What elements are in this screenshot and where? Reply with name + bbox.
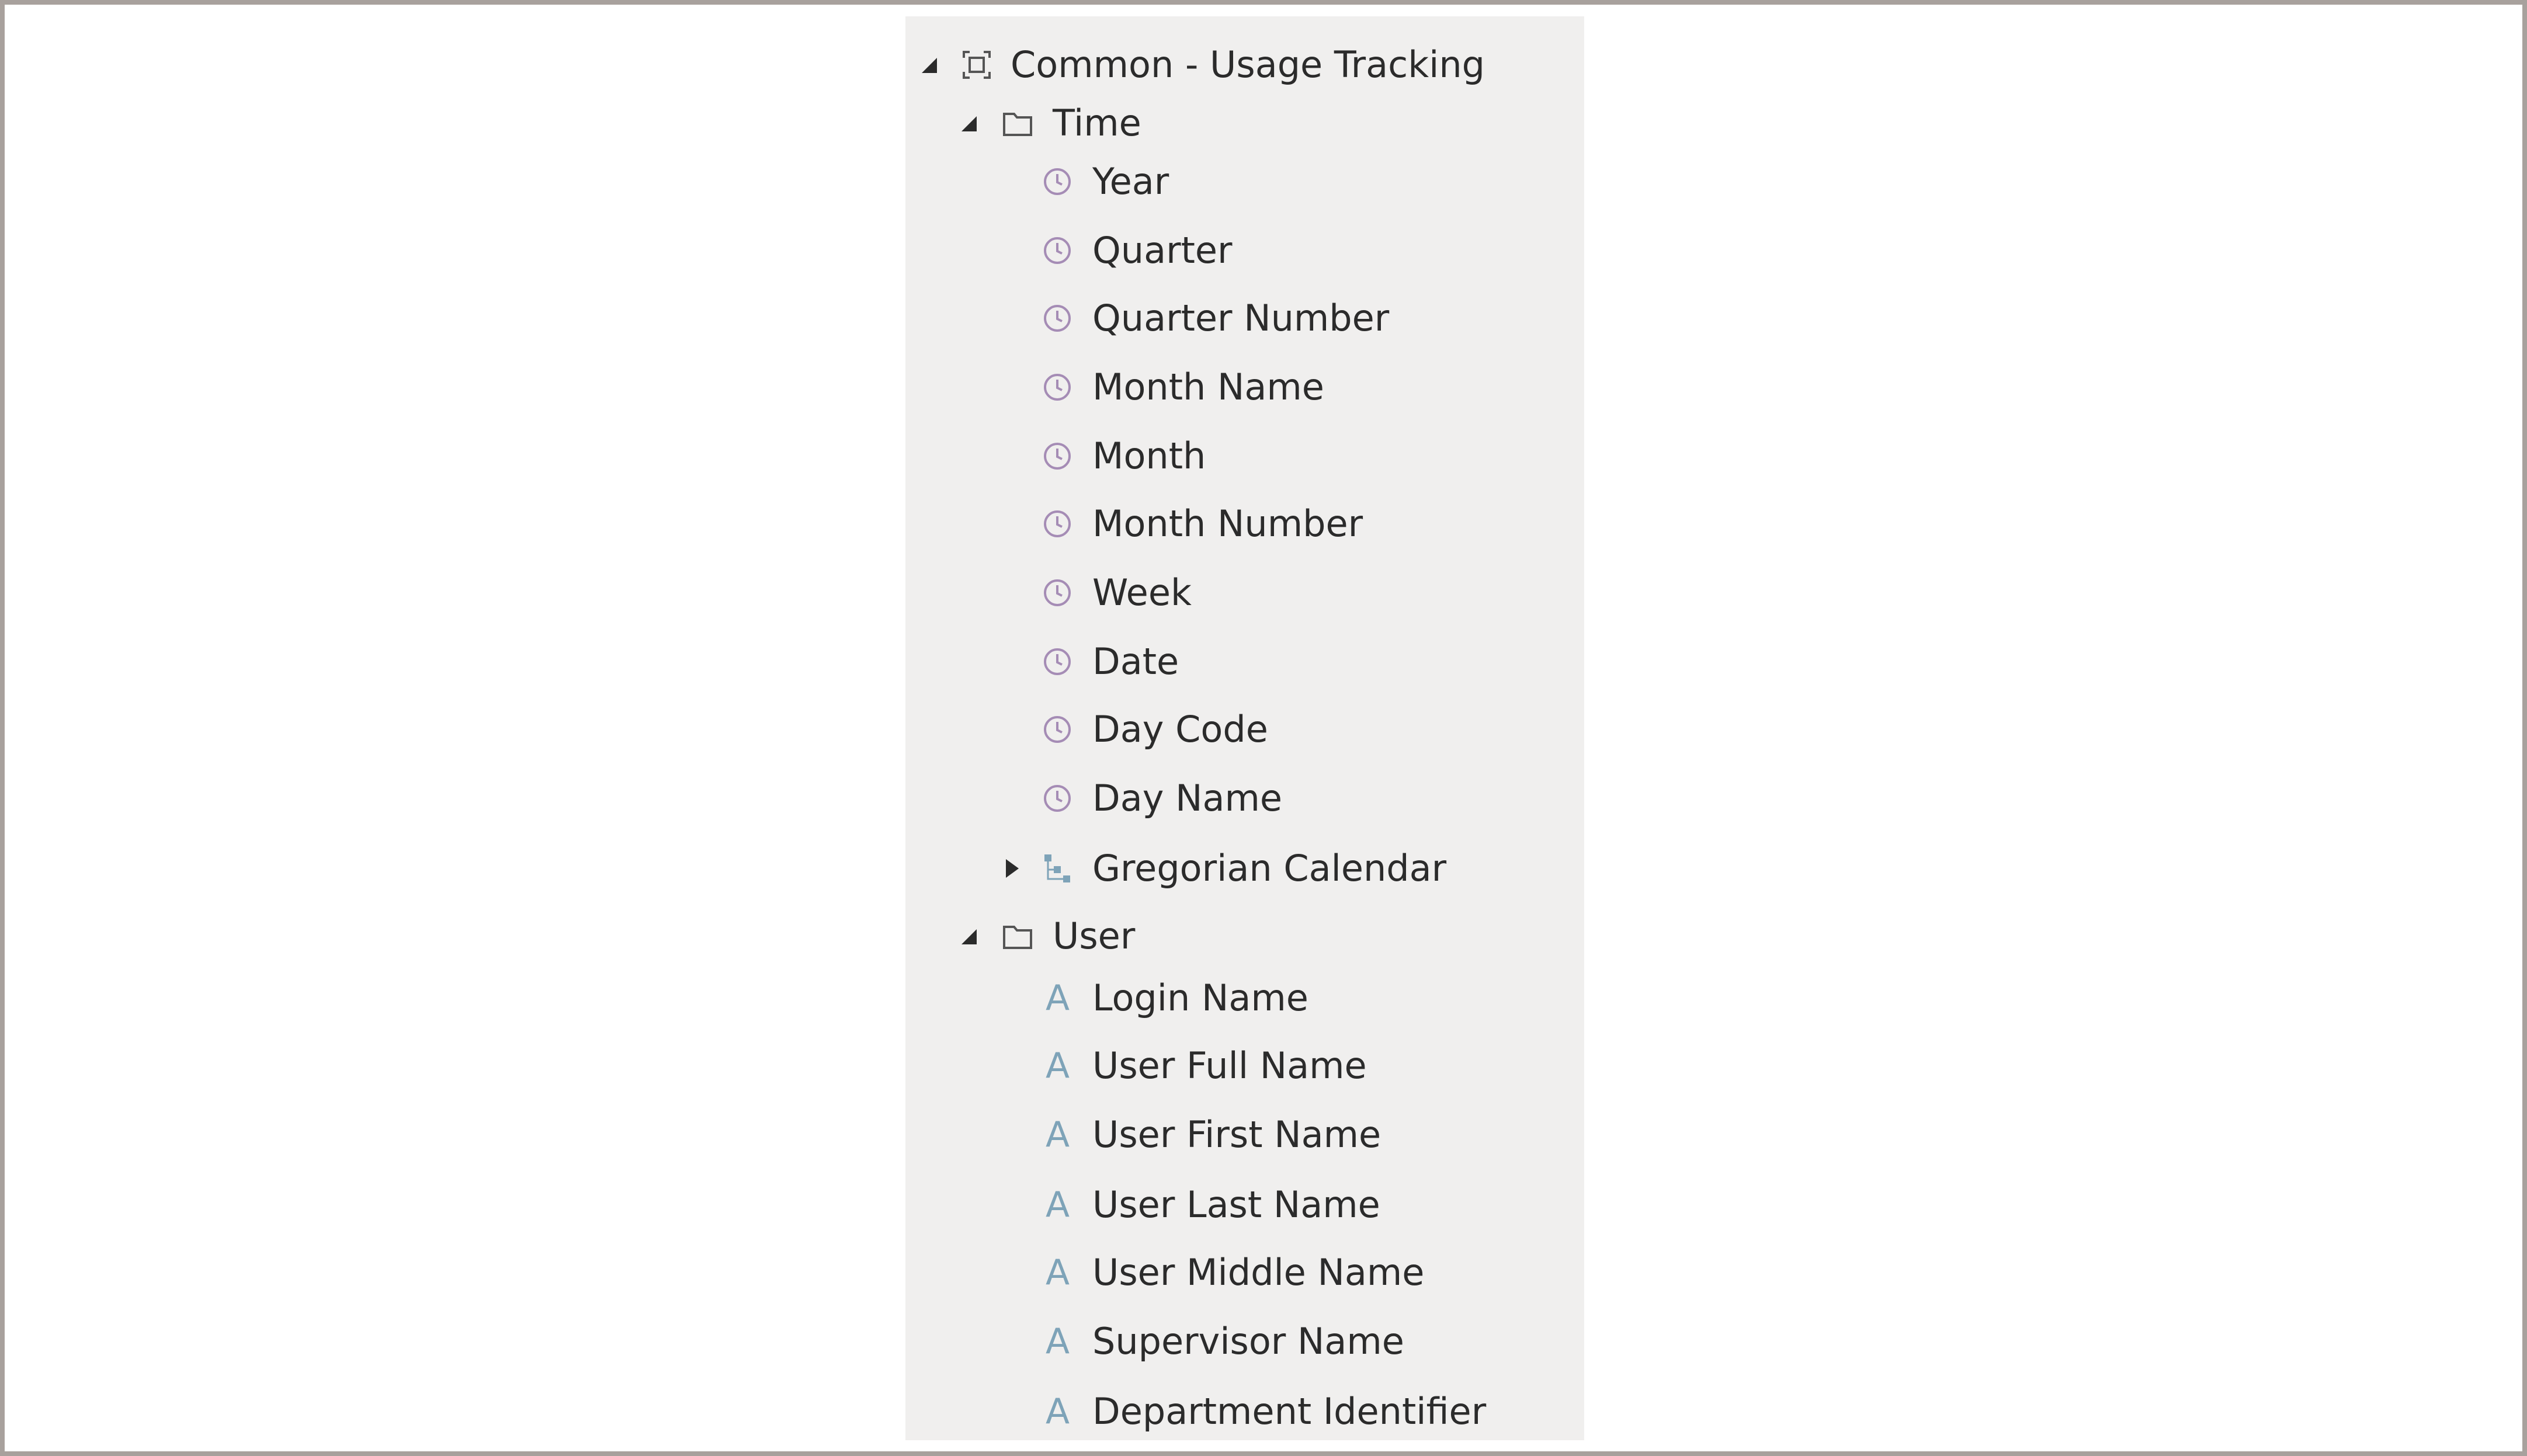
tree-item-quarter-number[interactable]: Quarter Number xyxy=(905,286,1584,350)
tree-item-department-identifier[interactable]: A Department Identifier xyxy=(905,1379,1584,1444)
attribute-icon: A xyxy=(1046,1114,1070,1155)
clock-icon xyxy=(1044,579,1071,606)
clock-icon xyxy=(1044,716,1071,743)
tree-item-label: Month Number xyxy=(1092,502,1363,545)
tree-item-day-name[interactable]: Day Name xyxy=(905,766,1584,830)
tree-item-label: Day Code xyxy=(1092,708,1268,750)
tree-item-month[interactable]: Month xyxy=(905,424,1584,488)
attribute-icon: A xyxy=(1046,1045,1070,1086)
clock-icon xyxy=(1044,785,1071,812)
attribute-icon: A xyxy=(1046,1391,1070,1432)
tree-item-label: Date xyxy=(1092,640,1179,683)
clock-icon xyxy=(1044,168,1071,195)
tree-item-supervisor-name[interactable]: A Supervisor Name xyxy=(905,1309,1584,1374)
tree-item-label: Supervisor Name xyxy=(1092,1320,1404,1363)
tree-item-gregorian-calendar[interactable]: Gregorian Calendar xyxy=(905,836,1584,901)
tree-item-label: User First Name xyxy=(1092,1113,1381,1156)
clock-icon xyxy=(1044,237,1071,264)
tree-item-month-name[interactable]: Month Name xyxy=(905,355,1584,419)
tree-item-label: Day Name xyxy=(1092,777,1283,819)
tree-item-user-middle-name[interactable]: A User Middle Name xyxy=(905,1240,1584,1305)
tree-item-label: Year xyxy=(1092,160,1169,203)
tree-folder-time[interactable]: Time xyxy=(905,91,1584,155)
hierarchy-icon xyxy=(1044,854,1070,882)
attribute-icon: A xyxy=(1046,1252,1070,1293)
tree-item-label: Quarter xyxy=(1092,229,1233,272)
clock-icon xyxy=(1044,305,1071,332)
clock-icon xyxy=(1044,648,1071,675)
tree-folder-user[interactable]: User xyxy=(905,904,1584,968)
attribute-icon: A xyxy=(1046,978,1070,1019)
tree-item-label: Month xyxy=(1092,435,1206,477)
tree-item-user-first-name[interactable]: A User First Name xyxy=(905,1103,1584,1167)
tree-item-label: Quarter Number xyxy=(1092,297,1390,339)
tree-folder-label: User xyxy=(1053,915,1136,957)
folder-icon xyxy=(1003,113,1032,136)
tree-item-label: User Middle Name xyxy=(1092,1251,1425,1294)
subject-area-icon xyxy=(963,51,991,79)
tree-item-label: User Full Name xyxy=(1092,1044,1367,1087)
clock-icon xyxy=(1044,374,1071,401)
tree-root-subject-area[interactable]: Common - Usage Tracking xyxy=(905,33,1584,97)
attribute-icon: A xyxy=(1046,1321,1070,1362)
tree-item-quarter[interactable]: Quarter xyxy=(905,218,1584,283)
tree-item-month-number[interactable]: Month Number xyxy=(905,492,1584,556)
tree-item-label: Login Name xyxy=(1092,977,1308,1019)
expand-triangle-icon[interactable] xyxy=(1000,857,1023,880)
tree-item-label: Department Identifier xyxy=(1092,1390,1487,1433)
folder-icon xyxy=(1003,926,1032,949)
tree-item-year[interactable]: Year xyxy=(905,150,1584,214)
clock-icon xyxy=(1044,510,1071,537)
tree-item-user-last-name[interactable]: A User Last Name xyxy=(905,1173,1584,1237)
collapse-triangle-icon[interactable] xyxy=(957,112,980,135)
collapse-triangle-icon[interactable] xyxy=(957,925,980,948)
tree-root-label: Common - Usage Tracking xyxy=(1011,43,1485,86)
data-panel-tree: Common - Usage Tracking Time Year Quarte… xyxy=(905,16,1584,1440)
tree-item-label: Month Name xyxy=(1092,366,1324,408)
tree-item-date[interactable]: Date xyxy=(905,630,1584,694)
clock-icon xyxy=(1044,443,1071,470)
tree-item-label: User Last Name xyxy=(1092,1183,1380,1226)
tree-item-login-name[interactable]: A Login Name xyxy=(905,966,1584,1030)
collapse-triangle-icon[interactable] xyxy=(917,53,940,77)
tree-item-label: Gregorian Calendar xyxy=(1092,847,1447,889)
tree-item-day-code[interactable]: Day Code xyxy=(905,697,1584,762)
tree-folder-label: Time xyxy=(1053,102,1141,144)
tree-item-week[interactable]: Week xyxy=(905,561,1584,625)
tree-item-user-full-name[interactable]: A User Full Name xyxy=(905,1034,1584,1098)
attribute-icon: A xyxy=(1046,1184,1070,1225)
tree-item-label: Week xyxy=(1092,571,1192,614)
